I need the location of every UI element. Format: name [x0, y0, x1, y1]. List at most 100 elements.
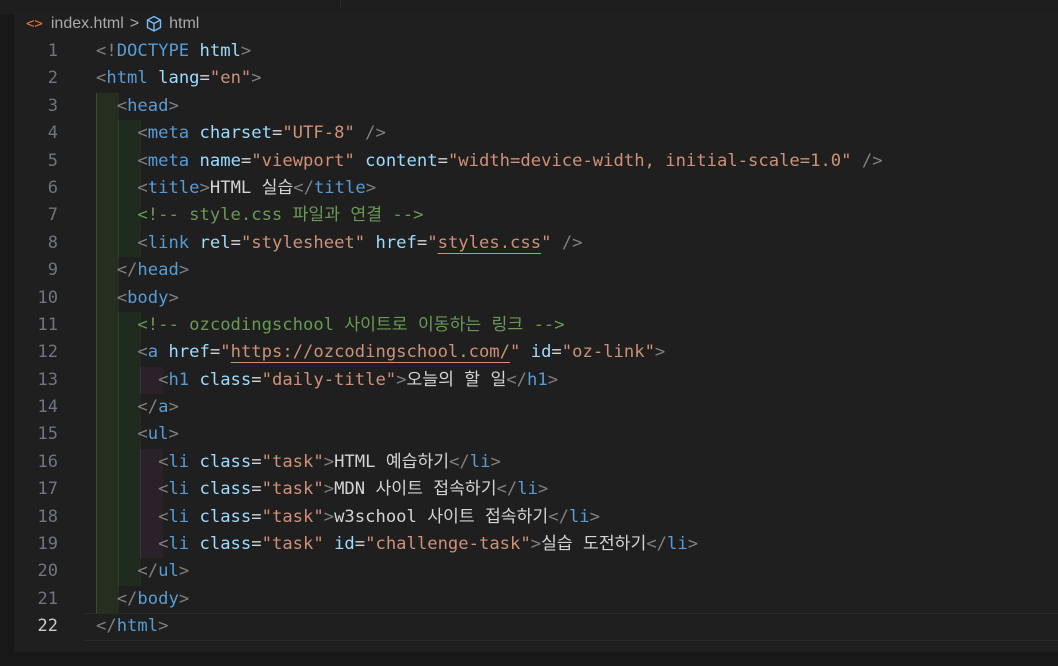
code-token: < [158, 534, 169, 555]
code-line[interactable]: 9 </head> [14, 257, 1058, 285]
code-line[interactable]: 19 <li class="task" id="challenge-task">… [14, 531, 1058, 559]
code-text[interactable]: <link rel="stylesheet" href="styles.css"… [96, 230, 583, 257]
line-number: 15 [37, 424, 58, 445]
code-text[interactable]: <title>HTML 실습</title> [96, 175, 376, 202]
code-token: > [168, 287, 179, 308]
breadcrumb-element-label: html [169, 15, 200, 32]
code-token: = [199, 68, 210, 89]
code-token: > [168, 397, 179, 418]
line-number: 16 [37, 451, 58, 472]
code-line[interactable]: 3 <head> [14, 92, 1058, 121]
code-line[interactable]: 12 <a href="https://ozcodingschool.com/"… [14, 339, 1058, 367]
code-token: = [251, 506, 262, 527]
code-line[interactable]: 21 </body> [14, 585, 1058, 614]
code-line[interactable]: 20 </ul> [14, 558, 1058, 586]
code-text[interactable]: </head> [96, 257, 189, 284]
code-token: > [323, 479, 335, 500]
code-text[interactable]: <!-- ozcodingschool 사이트로 이동하는 링크 --> [96, 312, 565, 339]
breadcrumb-file[interactable]: <> index.html [26, 15, 124, 33]
line-number: 6 [47, 177, 58, 198]
code-line[interactable]: 6 <title>HTML 실습</title> [14, 174, 1058, 203]
code-text[interactable]: <meta charset="UTF-8" /> [96, 120, 386, 147]
title-divider [340, 0, 341, 8]
code-line[interactable]: 10 <body> [14, 284, 1058, 312]
code-token: <!-- ozcodingschool 사이트로 이동하는 링크 --> [137, 314, 565, 335]
code-token: = [209, 342, 221, 363]
code-lines[interactable]: 1 <!DOCTYPE html> 2 <html lang="en"> 3 <head… [14, 38, 1058, 641]
code-text[interactable]: </html> [96, 613, 168, 640]
code-text[interactable]: <meta name="viewport" content="width=dev… [96, 148, 883, 175]
code-token: /> [861, 150, 883, 171]
code-line[interactable]: 17 <li class="task">MDN 사이트 접속하기</li> [14, 476, 1058, 504]
code-token: /> [365, 123, 386, 144]
code-token: li [168, 534, 190, 555]
code-line[interactable]: 13 <h1 class="daily-title">오늘의 할 일</h1> [14, 366, 1058, 395]
code-text[interactable]: <li class="task" id="challenge-task">실습 … [96, 531, 698, 558]
code-line[interactable]: 14 </a> [14, 394, 1058, 422]
code-text[interactable]: <!-- style.css 파일과 연결 --> [96, 202, 423, 229]
code-token: "task" [261, 506, 324, 527]
line-number: 2 [47, 68, 58, 89]
code-text[interactable]: <!DOCTYPE html> [96, 38, 251, 65]
code-token: > [158, 616, 169, 637]
code-token: </ [496, 479, 518, 500]
code-text[interactable]: <html lang="en"> [96, 65, 262, 92]
code-token: = [240, 150, 252, 171]
code-text[interactable]: <head> [96, 93, 179, 120]
code-line[interactable]: 7 <!-- style.css 파일과 연결 --> [14, 202, 1058, 230]
code-token: class [199, 479, 252, 500]
code-token: /> [561, 232, 583, 253]
code-text[interactable]: <body> [96, 285, 179, 312]
code-token: "viewport" [251, 150, 355, 171]
code-text[interactable]: <a href="https://ozcodingschool.com/" id… [96, 339, 665, 366]
code-text[interactable]: <li class="task">MDN 사이트 접속하기</li> [96, 476, 548, 503]
code-token: body [137, 588, 179, 609]
code-token: id [334, 534, 355, 555]
code-token: w3school 사이트 접속하기 [334, 506, 549, 527]
code-line[interactable]: 22 </html> [14, 613, 1058, 641]
code-line[interactable]: 2 <html lang="en"> [14, 65, 1058, 92]
code-token: <!-- style.css 파일과 연결 --> [137, 205, 424, 226]
code-line[interactable]: 8 <link rel="stylesheet" href="styles.cs… [14, 229, 1058, 258]
code-token: ul [147, 424, 169, 445]
code-token: meta [147, 150, 190, 171]
code-line[interactable]: 1 <!DOCTYPE html> [14, 38, 1058, 65]
code-token: li [517, 479, 538, 500]
code-token: html [106, 68, 148, 89]
code-editor[interactable]: <> index.html > html 1 <!DOCTYPE html> 2 <h… [14, 12, 1058, 652]
code-line[interactable]: 18 <li class="task">w3school 사이트 접속하기</l… [14, 503, 1058, 532]
code-text[interactable]: <ul> [96, 421, 178, 448]
code-text[interactable]: </ul> [96, 558, 189, 585]
code-token: < [158, 451, 169, 472]
code-text[interactable]: <li class="task">HTML 예습하기</li> [96, 449, 501, 476]
line-number: 1 [47, 41, 58, 61]
code-token: > [251, 68, 262, 89]
code-text[interactable]: </body> [96, 586, 189, 613]
code-line[interactable]: 16 <li class="task">HTML 예습하기</li> [14, 448, 1058, 477]
breadcrumb-element[interactable]: html [145, 15, 199, 33]
code-token: > [687, 534, 699, 555]
code-token: link [147, 232, 190, 253]
code-line[interactable]: 15 <ul> [14, 421, 1058, 449]
code-token: h1 [526, 369, 548, 390]
code-token: body [127, 287, 169, 308]
code-text[interactable]: </a> [96, 394, 179, 421]
code-text[interactable]: <h1 class="daily-title">오늘의 할 일</h1> [96, 367, 558, 394]
code-text[interactable]: <li class="task">w3school 사이트 접속하기</li> [96, 504, 600, 531]
code-token: < [116, 95, 128, 116]
code-line[interactable]: 4 <meta charset="UTF-8" /> [14, 120, 1058, 148]
code-token: charset [199, 123, 272, 144]
code-token: </ [646, 534, 668, 555]
code-token: " [510, 342, 521, 363]
line-number: 14 [37, 397, 58, 418]
code-line[interactable]: 5 <meta name="viewport" content="width=d… [14, 147, 1058, 175]
code-line[interactable]: 11 <!-- ozcodingschool 사이트로 이동하는 링크 --> [14, 311, 1058, 340]
code-token: content [365, 150, 438, 171]
